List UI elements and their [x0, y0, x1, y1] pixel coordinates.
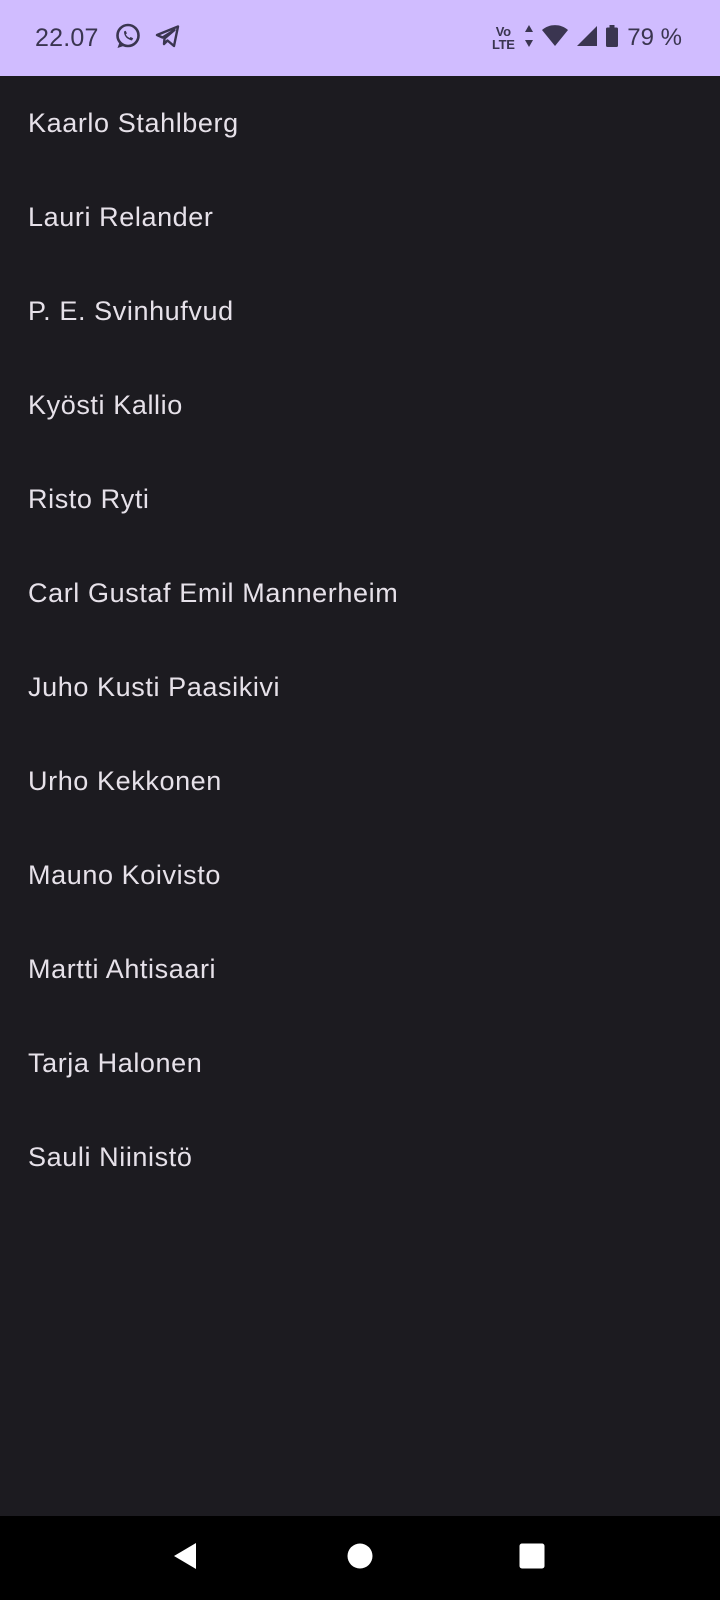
home-button[interactable]: [332, 1530, 388, 1586]
battery-icon: [605, 24, 619, 53]
list-item[interactable]: Tarja Halonen: [28, 1016, 688, 1110]
list-item[interactable]: Kyösti Kallio: [28, 358, 688, 452]
battery-percent: 79 %: [627, 24, 682, 51]
wifi-icon: [541, 24, 569, 53]
home-icon: [346, 1542, 374, 1575]
list-item[interactable]: Martti Ahtisaari: [28, 922, 688, 1016]
back-icon: [171, 1541, 199, 1576]
navigation-bar: [0, 1516, 720, 1600]
president-list: Kaarlo Stahlberg Lauri Relander P. E. Sv…: [0, 76, 720, 1516]
list-item[interactable]: Lauri Relander: [28, 170, 688, 264]
status-bar: 22.07 Vo LTE 79 %: [0, 0, 720, 76]
whatsapp-icon: [114, 22, 142, 55]
list-item[interactable]: Juho Kusti Paasikivi: [28, 640, 688, 734]
cell-signal-icon: [575, 24, 599, 53]
recents-icon: [518, 1542, 546, 1575]
volte-badge-bottom: LTE: [491, 37, 515, 52]
telegram-icon: [154, 22, 182, 55]
list-item[interactable]: Sauli Niinistö: [28, 1110, 688, 1204]
system-status-icons: Vo LTE 79 %: [489, 20, 682, 56]
recents-button[interactable]: [504, 1530, 560, 1586]
status-time: 22.07: [35, 24, 99, 52]
list-item[interactable]: Risto Ryti: [28, 452, 688, 546]
list-item[interactable]: Mauno Koivisto: [28, 828, 688, 922]
back-button[interactable]: [157, 1530, 213, 1586]
list-item[interactable]: Urho Kekkonen: [28, 734, 688, 828]
list-item[interactable]: Kaarlo Stahlberg: [28, 76, 688, 170]
volte-badge: Vo LTE: [489, 25, 517, 51]
notification-icons: [114, 22, 182, 54]
data-activity-icon: [523, 23, 535, 54]
list-item[interactable]: Carl Gustaf Emil Mannerheim: [28, 546, 688, 640]
list-item[interactable]: P. E. Svinhufvud: [28, 264, 688, 358]
